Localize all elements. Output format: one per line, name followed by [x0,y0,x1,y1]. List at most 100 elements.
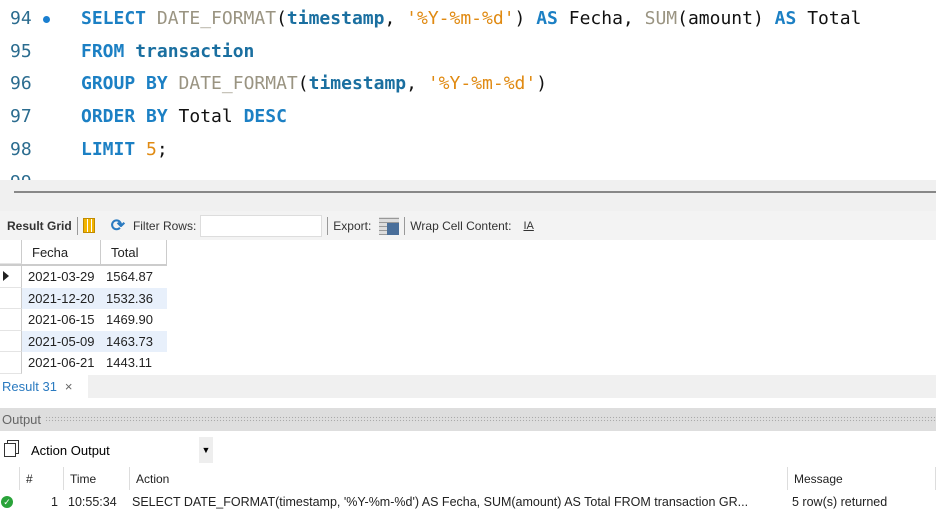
row-selector[interactable] [0,330,22,352]
table-cell[interactable]: 2021-12-20 [22,287,101,309]
code-token: AS [536,8,558,29]
copy-icon[interactable] [4,443,16,457]
output-panel-header: Output [0,408,936,431]
export-label: Export: [333,218,372,233]
table-row[interactable]: ✓ 1 10:55:34 SELECT DATE_FORMAT(timestam… [0,490,936,513]
column-header-number[interactable]: # [20,467,64,490]
row-selector[interactable] [0,309,22,331]
grid-view-icon[interactable] [82,218,95,233]
drag-handle[interactable] [45,416,936,423]
refresh-icon[interactable]: ⟳ [111,216,125,236]
column-header-message[interactable]: Message [788,467,936,490]
success-check-icon: ✓ [1,495,13,508]
result-tab-bar: Result 31 × [0,375,936,398]
code-token: AS [774,8,797,29]
output-type-select[interactable]: Action Output ▼ [25,437,213,463]
wrap-cell-label: Wrap Cell Content: [410,218,512,233]
close-icon[interactable]: × [65,379,73,394]
code-token: SUM [644,8,678,29]
code-token: SELECT [81,8,157,29]
code-token: ; [156,138,168,160]
table-cell[interactable]: 2021-05-09 [22,330,101,352]
row-selector[interactable] [0,352,22,374]
row-action: SELECT DATE_FORMAT(timestamp, '%Y-%m-%d'… [132,494,749,509]
tab-label: Result 31 [2,379,57,394]
output-selector-row: Action Output ▼ [0,437,213,463]
wrap-cell-icon[interactable]: IA [523,220,533,232]
code-token: (amount) [677,8,775,29]
table-cell[interactable]: 1532.36 [101,287,167,309]
code-token: DATE_FORMAT [178,73,298,95]
code-token: '%Y-%m-%d' [427,73,537,95]
code-token: ( [276,8,287,29]
table-header: # Time Action Message [0,467,936,490]
table-row[interactable]: 2021-05-09 1463.73 [0,330,167,352]
table-cell[interactable]: 2021-06-21 [22,352,101,374]
select-value: Action Output [31,442,110,458]
code-token: , [384,8,407,29]
table-cell[interactable]: 2021-06-15 [22,309,101,331]
line-number: 99 [10,168,50,181]
column-header-action[interactable]: Action [130,467,788,490]
table-row[interactable]: 2021-06-21 1443.11 [0,352,167,374]
code-token: ORDER BY [81,106,179,128]
code-token: timestamp [308,73,407,95]
result-grid[interactable]: Fecha Total 2021-03-29 1564.87 2021-12-20 153… [0,240,167,374]
row-number: 1 [51,494,58,509]
code-text: FROM transaction [81,37,254,67]
filter-rows-label: Filter Rows: [132,218,197,233]
export-icon[interactable] [379,216,400,235]
divider [404,216,406,235]
table-cell[interactable]: 1469.90 [101,309,167,331]
code-token: transaction [135,40,255,62]
filter-rows-input[interactable] [200,214,323,237]
code-token: ( [297,73,309,95]
code-text: LIMIT 5; [81,135,168,165]
code-token: LIMIT [81,138,147,160]
column-header[interactable]: Total [101,240,167,264]
table-row[interactable]: 2021-03-29 1564.87 [0,266,167,288]
line-number: 98 [10,138,32,160]
grid-header: Fecha Total [0,240,167,266]
chevron-down-icon[interactable]: ▼ [199,437,213,463]
line-number: 95 [10,40,32,62]
result-toolbar: Result Grid ⟳ Filter Rows: Export: Wrap … [0,211,936,240]
row-selector-header[interactable] [0,240,22,264]
column-header[interactable]: Fecha [22,240,101,264]
current-row-icon [3,271,9,281]
code-token: DESC [243,106,287,128]
table-cell[interactable]: 2021-03-29 [22,266,101,288]
column-header-time[interactable]: Time [64,467,130,490]
code-token: Total [796,8,862,29]
result-grid-label: Result Grid [7,218,72,233]
code-token: DATE_FORMAT [156,8,277,29]
code-token: FROM [81,40,136,62]
table-row[interactable]: 2021-12-20 1532.36 [0,287,167,309]
output-title: Output [2,412,42,427]
code-text: GROUP BY DATE_FORMAT(timestamp, '%Y-%m-%… [81,69,547,99]
table-cell[interactable]: 1564.87 [101,266,167,288]
divider [327,216,329,235]
code-text: ORDER BY Total DESC [81,102,287,132]
row-message: 5 row(s) returned [792,494,888,509]
table-row[interactable]: 2021-06-15 1469.90 [0,309,167,331]
sql-editor[interactable]: 94 SELECT DATE_FORMAT(timestamp, '%Y-%m-%… [0,0,936,180]
line-number: 96 [10,73,32,95]
code-token: Fecha, [557,8,645,29]
horizontal-scrollbar[interactable] [14,191,936,193]
code-token: timestamp [286,8,385,29]
code-token: '%Y-%m-%d' [406,8,515,29]
table-cell[interactable]: 1443.11 [101,352,167,374]
panel-splitter[interactable] [0,180,936,211]
code-text: SELECT DATE_FORMAT(timestamp, '%Y-%m-%d'… [81,4,861,34]
tab-result-31[interactable]: Result 31 × [0,375,88,398]
row-time: 10:55:34 [68,494,117,509]
table-cell[interactable]: 1463.73 [101,330,167,352]
line-number: 97 [10,106,32,128]
row-selector[interactable] [0,266,22,288]
divider [76,216,78,235]
row-selector[interactable] [0,287,22,309]
code-token: GROUP BY [81,73,179,95]
statement-marker-icon [43,16,50,23]
code-token: Total [178,106,244,128]
